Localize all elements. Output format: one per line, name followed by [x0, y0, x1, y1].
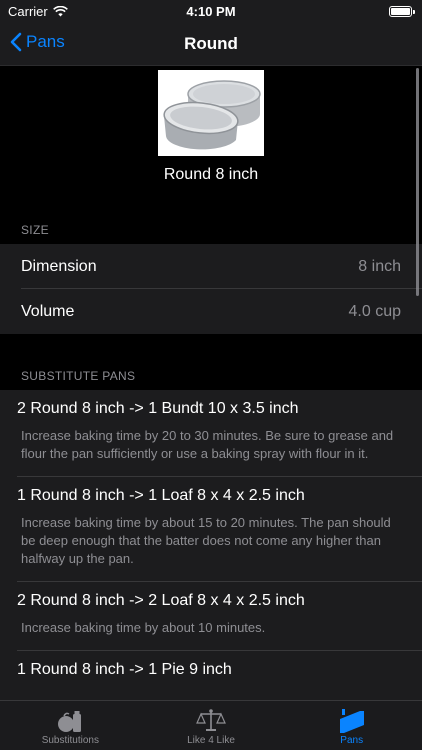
dimension-label: Dimension	[21, 257, 97, 275]
substitute-item[interactable]: 2 Round 8 inch -> 1 Bundt 10 x 3.5 inch …	[0, 390, 422, 477]
substitute-item[interactable]: 1 Round 8 inch -> 1 Loaf 8 x 4 x 2.5 inc…	[0, 477, 422, 582]
pan-photo	[158, 70, 264, 156]
substitute-title: 2 Round 8 inch -> 1 Bundt 10 x 3.5 inch	[17, 400, 299, 417]
tab-like-4-like-label: Like 4 Like	[187, 735, 235, 746]
status-time: 4:10 PM	[186, 4, 236, 19]
dimension-row: Dimension 8 inch	[0, 244, 422, 289]
substitute-item[interactable]: 1 Round 8 inch -> 1 Pie 9 inch	[0, 651, 422, 700]
volume-value: 4.0 cup	[348, 302, 401, 320]
volume-row: Volume 4.0 cup	[0, 289, 422, 334]
substitute-description: Increase baking time by about 15 to 20 m…	[21, 515, 391, 566]
substitute-description: Increase baking time by 20 to 30 minutes…	[21, 428, 394, 461]
dimension-value: 8 inch	[358, 257, 401, 275]
substitutions-icon	[58, 711, 82, 732]
substitute-title: 2 Round 8 inch -> 2 Loaf 8 x 4 x 2.5 inc…	[17, 592, 305, 609]
substitute-title: 1 Round 8 inch -> 1 Loaf 8 x 4 x 2.5 inc…	[17, 487, 305, 504]
substitutes-section-header: SUBSTITUTE PANS	[0, 334, 422, 390]
status-bar: Carrier 4:10 PM	[0, 0, 422, 24]
volume-label: Volume	[21, 302, 75, 320]
tab-pans-label: Pans	[340, 735, 364, 746]
substitute-description: Increase baking time by about 10 minutes…	[21, 620, 266, 635]
tab-like-4-like[interactable]: Like 4 Like	[141, 701, 282, 750]
pan-header: Round 8 inch	[0, 66, 422, 211]
tab-bar: Substitutions Like 4 Like Pans	[0, 700, 422, 750]
content-scroll[interactable]: Round 8 inch SIZE Dimension 8 inch Volum…	[0, 66, 422, 700]
tab-substitutions-label: Substitutions	[41, 735, 99, 746]
substitute-title: 1 Round 8 inch -> 1 Pie 9 inch	[17, 661, 232, 678]
scroll-indicator[interactable]	[416, 68, 419, 296]
size-section-header: SIZE	[0, 211, 422, 244]
tab-substitutions[interactable]: Substitutions	[0, 701, 141, 750]
page-title: Round	[184, 34, 238, 53]
pans-icon	[339, 709, 364, 733]
substitute-item[interactable]: 2 Round 8 inch -> 2 Loaf 8 x 4 x 2.5 inc…	[0, 582, 422, 651]
scale-icon	[196, 709, 226, 731]
pan-name: Round 8 inch	[163, 166, 259, 183]
tab-pans[interactable]: Pans	[281, 701, 422, 750]
navigation-bar: Pans Round	[0, 24, 422, 66]
battery-icon	[389, 6, 415, 17]
